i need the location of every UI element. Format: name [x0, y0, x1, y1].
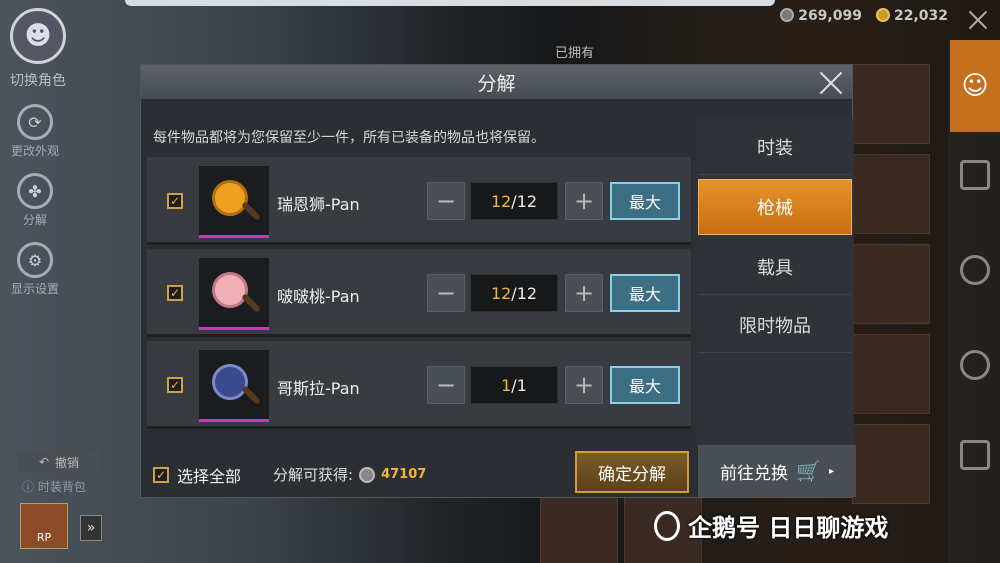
uc-currency: 22,032: [875, 8, 948, 24]
rp-button[interactable]: RP: [20, 503, 68, 549]
inventory-cell[interactable]: [852, 154, 930, 234]
confirm-decompose-button[interactable]: 确定分解: [575, 451, 689, 493]
item-thumbnail: [199, 258, 269, 330]
item-name: 啵啵桃-Pan: [277, 287, 360, 306]
dialog-header: 分解: [141, 65, 852, 99]
play-arrow-icon: ▸: [828, 465, 834, 477]
increase-button[interactable]: +: [565, 366, 603, 404]
select-all-checkbox[interactable]: ✓: [153, 467, 169, 483]
decompose-button[interactable]: ✤ 分解: [4, 173, 66, 228]
left-menu: ☻ 切换角色 ⟳ 更改外观 ✤ 分解 ⚙ 显示设置: [4, 8, 84, 297]
bp-coin-icon: [359, 466, 376, 483]
quantity-display: 12/12: [470, 182, 558, 220]
select-all-toggle[interactable]: ✓ 选择全部: [153, 463, 241, 487]
expand-arrow-icon[interactable]: »: [80, 515, 102, 541]
currency-display: 269,099 22,032: [780, 8, 948, 24]
gear-icon: ⚙: [17, 242, 53, 278]
item-list: ✓ 瑞恩狮-Pan − 12/12 + 最大 ✓ 啵啵桃-Pan − 12 /1…: [147, 157, 691, 445]
item-name: 瑞恩狮-Pan: [277, 195, 360, 214]
item-checkbox[interactable]: ✓: [167, 285, 183, 301]
steering-wheel-icon[interactable]: [960, 255, 990, 285]
decompose-dialog: 分解 每件物品都将为您保留至少一件，所有已装备的物品也将保留。 ✓ 瑞恩狮-Pa…: [140, 64, 856, 498]
retention-notice: 每件物品都将为您保留至少一件，所有已装备的物品也将保留。: [153, 130, 545, 146]
go-exchange-button[interactable]: 前往兑换 🛒 ▸: [698, 445, 856, 497]
close-icon[interactable]: [816, 69, 846, 97]
watermark: 企鹅号 日日聊游戏: [654, 508, 888, 543]
item-checkbox[interactable]: ✓: [167, 377, 183, 393]
cart-icon: 🛒: [796, 459, 821, 483]
box-icon[interactable]: [960, 440, 990, 470]
rarity-bar: [199, 235, 269, 238]
inventory-cell[interactable]: [852, 334, 930, 414]
dialog-footer: ✓ 选择全部 分解可获得: 47107 确定分解: [147, 449, 691, 495]
display-settings-button[interactable]: ⚙ 显示设置: [4, 242, 66, 297]
bp-currency: 269,099: [780, 8, 862, 24]
change-look-button[interactable]: ⟳ 更改外观: [4, 104, 66, 159]
pan-icon: [210, 270, 261, 318]
pan-icon: [210, 362, 261, 410]
inventory-cell[interactable]: [852, 244, 930, 324]
quantity-display: 1/1: [470, 366, 558, 404]
tab-limited-items[interactable]: 限时物品: [698, 297, 852, 353]
quantity-display: 12/12: [470, 274, 558, 312]
category-tabs: 时装 枪械 载具 限时物品: [696, 119, 854, 449]
item-row: ✓ 瑞恩狮-Pan − 12/12 + 最大: [147, 157, 691, 245]
item-thumbnail: [199, 350, 269, 422]
close-lobby-icon[interactable]: [966, 8, 990, 32]
item-checkbox[interactable]: ✓: [167, 193, 183, 209]
decrease-button[interactable]: −: [427, 366, 465, 404]
max-button[interactable]: 最大: [610, 274, 680, 312]
inventory-cell[interactable]: [852, 424, 930, 504]
help-icon: ⓘ: [22, 480, 38, 494]
tab-outfits[interactable]: 时装: [698, 119, 852, 175]
switch-role-label: 切换角色: [10, 73, 66, 89]
outfit-bag-link[interactable]: ⓘ 时装背包: [22, 478, 86, 495]
tab-weapons[interactable]: 枪械: [698, 179, 852, 235]
undo-button[interactable]: ↶ 撤销: [18, 452, 100, 472]
decompose-icon: ✤: [17, 173, 53, 209]
refresh-icon: ⟳: [17, 104, 53, 140]
outfit-tab-icon[interactable]: ☺: [950, 40, 1000, 132]
owned-filter[interactable]: 已拥有: [533, 42, 863, 64]
pan-icon: [210, 178, 261, 226]
item-row: ✓ 哥斯拉-Pan − 1/1 + 最大: [147, 341, 691, 429]
tab-vehicles[interactable]: 载具: [698, 239, 852, 295]
rarity-bar: [199, 327, 269, 330]
uc-coin-icon: [875, 8, 890, 22]
item-name: 哥斯拉-Pan: [277, 379, 360, 398]
dialog-title: 分解: [477, 72, 516, 95]
inventory-cell[interactable]: [852, 64, 930, 144]
gain-summary: 分解可获得: 47107: [273, 466, 427, 484]
item-row: ✓ 啵啵桃-Pan − 12/12 + 最大: [147, 249, 691, 337]
max-button[interactable]: 最大: [610, 182, 680, 220]
undo-icon: ↶: [38, 455, 50, 469]
decrease-button[interactable]: −: [427, 274, 465, 312]
increase-button[interactable]: +: [565, 182, 603, 220]
decrease-button[interactable]: −: [427, 182, 465, 220]
emote-icon[interactable]: [960, 350, 990, 380]
gun-icon[interactable]: [960, 160, 990, 190]
top-strip: [125, 0, 775, 6]
bp-coin-icon: [780, 8, 795, 22]
max-button[interactable]: 最大: [610, 366, 680, 404]
penguin-logo-icon: [654, 510, 680, 541]
rarity-bar: [199, 419, 269, 422]
increase-button[interactable]: +: [565, 274, 603, 312]
item-thumbnail: [199, 166, 269, 238]
switch-role-avatar[interactable]: ☻: [10, 8, 66, 64]
